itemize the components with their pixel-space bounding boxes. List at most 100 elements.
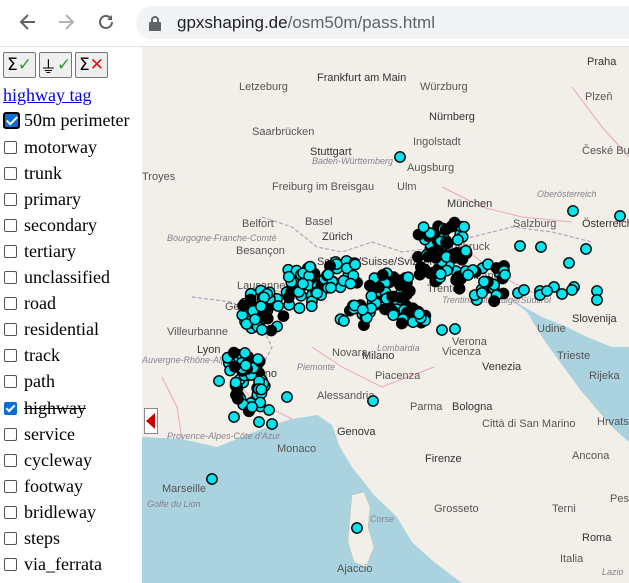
filter-option-track[interactable]: track (4, 344, 60, 368)
pass-marker[interactable] (231, 392, 244, 405)
filter-option-secondary[interactable]: secondary (4, 213, 97, 237)
pass-marker[interactable] (272, 300, 285, 312)
filter-checkbox[interactable] (4, 401, 17, 415)
pass-marker[interactable] (429, 251, 442, 264)
pass-marker[interactable] (566, 284, 578, 296)
back-button[interactable] (14, 8, 42, 36)
pass-marker[interactable] (253, 416, 265, 428)
pass-marker[interactable] (255, 383, 268, 396)
select-all-button[interactable]: Σ ✓ (3, 52, 36, 78)
pass-marker[interactable] (478, 275, 490, 288)
filter-checkbox[interactable] (4, 140, 17, 154)
pass-marker[interactable] (282, 270, 295, 283)
pass-marker[interactable] (395, 317, 408, 330)
pass-marker[interactable] (449, 323, 461, 335)
filter-checkbox[interactable] (4, 323, 17, 337)
filter-checkbox[interactable] (4, 349, 17, 363)
pass-marker[interactable] (263, 404, 275, 416)
filter-checkbox[interactable] (4, 479, 17, 493)
pass-marker[interactable] (304, 260, 316, 273)
filter-checkbox[interactable] (4, 453, 17, 467)
pass-marker[interactable] (296, 277, 309, 290)
pass-marker[interactable] (252, 353, 264, 365)
pass-marker[interactable] (237, 299, 250, 312)
pass-marker[interactable] (228, 360, 241, 373)
pass-marker[interactable] (305, 300, 318, 313)
filter-checkbox[interactable] (4, 375, 17, 389)
pass-marker[interactable] (322, 268, 335, 281)
filter-option-path[interactable]: path (4, 370, 55, 394)
pass-marker[interactable] (417, 221, 430, 234)
filter-option-primary[interactable]: primary (4, 187, 81, 211)
pass-marker[interactable] (439, 223, 452, 236)
filter-checkbox[interactable] (4, 558, 17, 572)
filter-checkbox[interactable] (4, 427, 17, 441)
pass-marker[interactable] (293, 302, 306, 315)
pass-marker[interactable] (591, 294, 603, 306)
filter-option-road[interactable]: road (4, 292, 56, 316)
map-view[interactable]: Praha Letzeburg Frankfurt am Main Würzburg P… (142, 47, 629, 583)
pass-marker[interactable] (434, 267, 447, 280)
pass-marker[interactable] (387, 309, 400, 321)
reload-button[interactable] (92, 8, 120, 36)
pass-marker[interactable] (413, 307, 425, 320)
filter-option-residential[interactable]: residential (4, 318, 99, 342)
pass-marker[interactable] (255, 300, 267, 313)
pass-marker[interactable] (277, 310, 290, 322)
pass-marker[interactable] (436, 324, 448, 336)
filter-checkbox[interactable] (4, 166, 17, 180)
filter-option-bridleway[interactable]: bridleway (4, 500, 96, 524)
select-sum-button[interactable]: ⏚ ✓ (39, 52, 72, 78)
pass-marker[interactable] (451, 233, 464, 246)
panel-toggle-button[interactable] (144, 408, 158, 434)
pass-marker[interactable] (394, 151, 406, 163)
pass-marker[interactable] (351, 522, 363, 534)
pass-marker[interactable] (451, 251, 463, 264)
pass-marker[interactable] (541, 285, 553, 297)
pass-marker[interactable] (213, 375, 225, 387)
pass-marker[interactable] (367, 395, 379, 407)
address-bar[interactable]: gpxshaping.de/osm50m/pass.html (136, 6, 629, 39)
filter-option-tertiary[interactable]: tertiary (4, 239, 76, 263)
pass-marker[interactable] (614, 210, 626, 222)
pass-marker[interactable] (282, 291, 295, 304)
pass-marker[interactable] (344, 277, 357, 290)
filter-checkbox[interactable] (4, 532, 17, 545)
pass-marker[interactable] (394, 291, 406, 304)
pass-marker[interactable] (206, 473, 218, 485)
pass-marker[interactable] (499, 269, 511, 281)
pass-marker[interactable] (228, 346, 240, 359)
filter-option-steps[interactable]: steps (4, 527, 60, 551)
perimeter-option[interactable]: 50m perimeter (3, 108, 129, 132)
pass-marker[interactable] (349, 258, 362, 271)
filter-checkbox[interactable] (4, 271, 17, 284)
filter-checkbox[interactable] (4, 192, 17, 206)
pass-marker[interactable] (228, 411, 240, 423)
filter-option-via-ferrata[interactable]: via_ferrata (4, 553, 102, 577)
pass-marker[interactable] (281, 391, 293, 403)
pass-marker[interactable] (356, 303, 369, 316)
pass-marker[interactable] (488, 295, 500, 308)
pass-marker[interactable] (372, 281, 385, 294)
filter-checkbox[interactable] (4, 218, 17, 232)
pass-marker[interactable] (514, 240, 526, 252)
pass-marker[interactable] (462, 269, 474, 281)
map-canvas[interactable]: Praha Letzeburg Frankfurt am Main Würzburg P… (142, 47, 629, 583)
pass-marker[interactable] (453, 282, 466, 295)
filter-option-highway[interactable]: highway (4, 396, 86, 420)
filter-option-footway[interactable]: footway (4, 474, 83, 498)
forward-button[interactable] (52, 8, 80, 36)
filter-checkbox[interactable] (4, 505, 17, 519)
pass-marker[interactable] (239, 347, 251, 359)
clear-all-button[interactable]: Σ ✕ (75, 52, 108, 78)
pass-marker[interactable] (556, 288, 568, 300)
pass-marker[interactable] (365, 290, 378, 303)
pass-marker[interactable] (476, 287, 488, 299)
pass-marker[interactable] (249, 313, 262, 326)
filter-option-motorway[interactable]: motorway (4, 135, 97, 159)
pass-marker[interactable] (580, 243, 592, 255)
filter-checkbox[interactable] (4, 297, 17, 311)
filter-option-unclassified[interactable]: unclassified (4, 266, 110, 290)
pass-marker[interactable] (518, 284, 530, 296)
pass-marker[interactable] (402, 271, 415, 284)
